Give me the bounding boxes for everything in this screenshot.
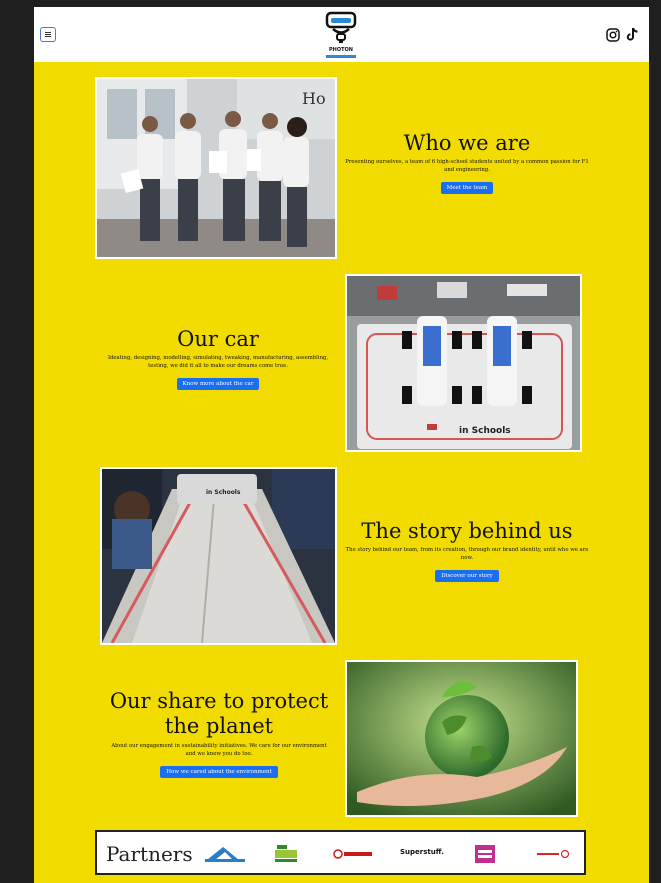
svg-text:Ho: Ho (302, 89, 326, 108)
logo-icon (325, 11, 357, 43)
page: PHOTON Ho Who we are Presenting ourselve… (34, 7, 649, 883)
planet-title: Our share to protect the planet (109, 689, 329, 738)
partners-bar: Partners Superstuff. (95, 830, 586, 875)
hamburger-icon (45, 34, 51, 35)
partners-title: Partners (106, 842, 193, 866)
photon-logo[interactable]: PHOTON (322, 10, 360, 60)
team-photo: Ho (95, 77, 337, 259)
instagram-icon[interactable] (606, 27, 620, 46)
planet-text: About our engagement in sustainability i… (111, 743, 327, 757)
our-car-section: Our car Ideating, designing, modelling, … (98, 327, 338, 390)
logo-text: PHOTON (329, 47, 353, 53)
partner-logo-3[interactable] (332, 844, 376, 864)
environment-button[interactable]: How we cared about the environment (160, 766, 278, 778)
planet-photo (345, 660, 578, 817)
in-schools-banner: in Schools (206, 489, 241, 496)
who-we-are-title: Who we are (403, 131, 531, 155)
who-we-are-section: Who we are Presenting ourselves, a team … (341, 131, 593, 194)
logo-stripe (326, 55, 356, 58)
team-photo-image: Ho (97, 79, 335, 257)
story-section: The story behind us The story behind our… (341, 519, 593, 582)
car-photo-image (347, 276, 580, 450)
story-text: The story behind our team, from its crea… (345, 547, 589, 561)
who-we-are-text: Presenting ourselves, a team of 6 high-s… (345, 159, 589, 173)
planet-photo-image (347, 662, 576, 815)
in-schools-label: in Schools (459, 426, 511, 436)
tiktok-icon[interactable] (626, 27, 640, 46)
partner-logo-5[interactable] (473, 844, 497, 864)
hamburger-menu-button[interactable] (40, 27, 56, 42)
story-title: The story behind us (361, 519, 573, 543)
know-more-car-button[interactable]: Know more about the car (176, 378, 260, 390)
partner-logo-2[interactable] (271, 844, 301, 864)
partner-logo-6[interactable] (535, 844, 571, 864)
story-photo: in Schools (100, 467, 337, 645)
planet-section: Our share to protect the planet About ou… (106, 689, 332, 778)
our-car-title: Our car (177, 327, 259, 351)
meet-the-team-button[interactable]: Meet the team (440, 182, 494, 194)
our-car-text: Ideating, designing, modelling, simulati… (107, 355, 329, 369)
partner-superstuff-logo[interactable]: Superstuff. (400, 848, 444, 856)
partner-logo-1[interactable] (203, 844, 247, 864)
car-photo: in Schools (345, 274, 582, 452)
discover-story-button[interactable]: Discover our story (435, 570, 499, 582)
site-header: PHOTON (34, 7, 649, 62)
